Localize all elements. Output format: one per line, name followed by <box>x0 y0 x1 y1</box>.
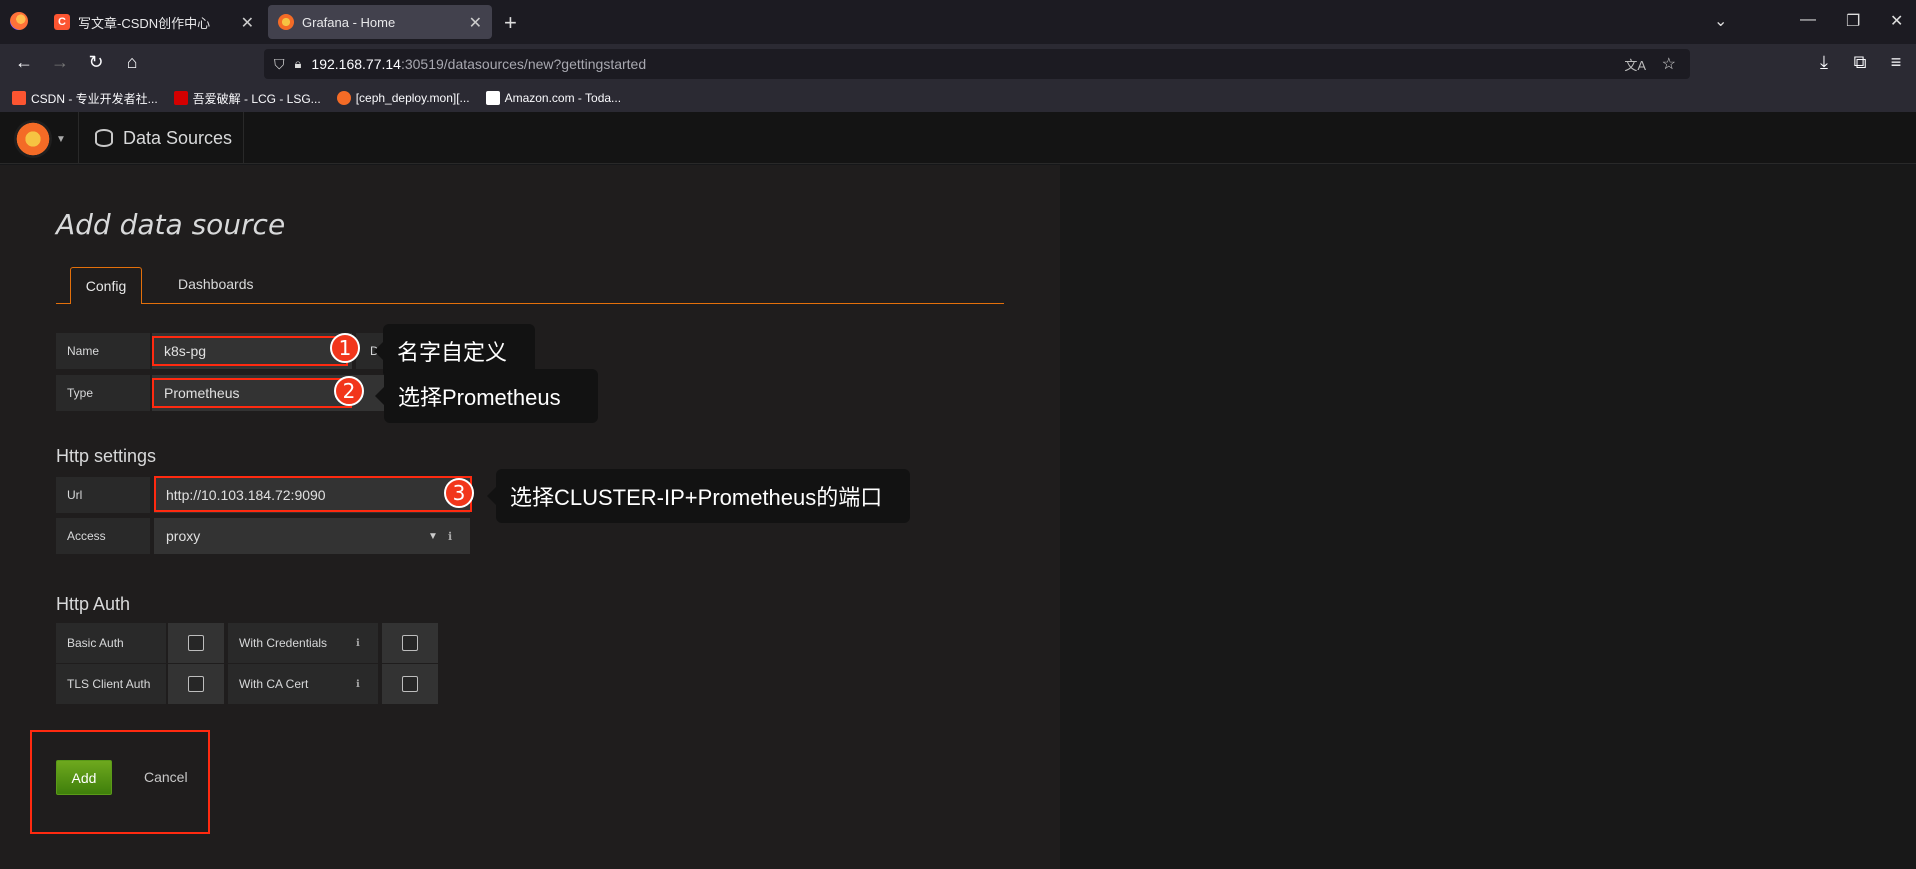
url-bar[interactable]: ⛉ 🔒︎ 192.168.77.14 :30519/datasources/ne… <box>264 49 1690 79</box>
http-settings-heading: Http settings <box>56 446 157 466</box>
restore-icon[interactable]: ❐ <box>1846 11 1860 31</box>
grafana-icon <box>336 91 351 105</box>
annotation-box-2 <box>152 378 352 408</box>
with-ca-cert-label: With CA Cert ℹ <box>228 664 378 704</box>
caret-down-icon[interactable]: ▼ <box>56 134 66 145</box>
csdn-icon: C <box>54 14 70 30</box>
grafana-icon <box>278 14 294 30</box>
tab-title: 写文章-CSDN创作中心 <box>78 15 211 31</box>
basic-auth-label: Basic Auth <box>56 623 166 663</box>
bookmark-label: Amazon.com - Toda... <box>504 91 622 105</box>
basic-auth-checkbox[interactable] <box>168 623 224 663</box>
http-auth-heading: Http Auth <box>56 594 131 614</box>
close-icon[interactable]: ✕ <box>469 13 482 33</box>
tls-client-auth-checkbox[interactable] <box>168 664 224 704</box>
database-icon <box>95 129 113 147</box>
access-label: Access <box>56 518 150 554</box>
bookmark-label: [ceph_deploy.mon][... <box>355 91 470 105</box>
add-button[interactable]: Add <box>56 760 112 795</box>
with-ca-cert-text: With CA Cert <box>239 677 309 691</box>
browser-nav-bar: ← → ↻ ⌂ ⛉ 🔒︎ 192.168.77.14 :30519/dataso… <box>0 44 1916 84</box>
lock-icon[interactable]: 🔒︎ <box>295 56 302 72</box>
tab-title: Grafana - Home <box>302 14 396 30</box>
download-icon[interactable]: ⤓ <box>1812 52 1836 73</box>
annotation-box-3 <box>154 476 472 512</box>
bookmark-amazon[interactable]: Amazon.com - Toda... <box>485 91 622 105</box>
forward-icon[interactable]: → <box>48 52 72 73</box>
page-title: Add data source <box>56 208 286 241</box>
firefox-icon[interactable] <box>10 12 28 30</box>
close-icon[interactable]: ✕ <box>241 13 254 33</box>
translate-icon[interactable]: 文A <box>1624 55 1646 74</box>
minimize-icon[interactable]: — <box>1800 11 1816 29</box>
chevron-down-icon[interactable]: ⌄ <box>1714 11 1727 31</box>
with-credentials-label: With Credentials ℹ <box>228 623 378 663</box>
star-icon[interactable]: ☆ <box>1662 54 1676 74</box>
tls-client-auth-label: TLS Client Auth <box>56 664 166 704</box>
bookmarks-bar: CSDN - 专业开发者社... 吾爱破解 - LCG - LSG... [ce… <box>0 84 1916 112</box>
caret-down-icon: ▼ <box>428 530 438 542</box>
url-host: 192.168.77.14 <box>311 56 401 72</box>
with-credentials-checkbox[interactable] <box>382 623 438 663</box>
breadcrumb[interactable]: Data Sources <box>78 112 244 164</box>
url-label: Url <box>56 477 150 513</box>
with-credentials-text: With Credentials <box>239 636 328 650</box>
bookmark-label: CSDN - 专业开发者社... <box>31 91 158 106</box>
annotation-badge-1: 1 <box>330 333 360 363</box>
home-icon[interactable]: ⌂ <box>120 52 144 73</box>
with-ca-cert-checkbox[interactable] <box>382 664 438 704</box>
side-panel <box>1060 165 1916 869</box>
annotation-callout-3: 选择CLUSTER-IP+Prometheus的端口 <box>487 469 910 523</box>
access-select[interactable]: proxy ▼ ℹ <box>154 518 470 554</box>
annotation-callout-2: 选择Prometheus <box>375 369 598 423</box>
bookmark-csdn[interactable]: CSDN - 专业开发者社... <box>12 90 158 107</box>
checkbox[interactable] <box>402 676 418 692</box>
tab-grafana[interactable]: Grafana - Home ✕ <box>268 5 492 39</box>
cancel-button[interactable]: Cancel <box>144 769 188 785</box>
reload-icon[interactable]: ↻ <box>84 52 108 73</box>
tab-csdn[interactable]: C 写文章-CSDN创作中心 ✕ <box>44 5 264 39</box>
52pojie-icon <box>173 91 188 105</box>
grafana-top-bar: ▼ Data Sources <box>0 112 1916 164</box>
browser-tab-bar: C 写文章-CSDN创作中心 ✕ Grafana - Home ✕ + ⌄ — … <box>0 0 1916 44</box>
new-tab-icon[interactable]: + <box>504 10 517 36</box>
checkbox[interactable] <box>402 635 418 651</box>
info-icon[interactable]: ℹ <box>356 679 360 690</box>
amazon-icon <box>485 91 500 105</box>
bookmark-label: 吾爱破解 - LCG - LSG... <box>192 91 321 106</box>
grafana-logo-icon[interactable] <box>14 120 52 158</box>
url-path: :30519/datasources/new?gettingstarted <box>400 56 647 72</box>
tab-dashboards[interactable]: Dashboards <box>178 276 254 292</box>
type-label: Type <box>56 375 150 411</box>
bookmark-ceph[interactable]: [ceph_deploy.mon][... <box>336 91 470 105</box>
name-label: Name <box>56 333 150 369</box>
tab-config[interactable]: Config <box>70 267 142 304</box>
shield-icon[interactable]: ⛉ <box>274 56 285 73</box>
csdn-icon <box>12 91 26 105</box>
annotation-badge-3: 3 <box>444 478 474 508</box>
breadcrumb-label: Data Sources <box>123 127 233 148</box>
info-icon[interactable]: ℹ <box>448 530 452 543</box>
close-window-icon[interactable]: ✕ <box>1890 11 1903 31</box>
bookmark-52pojie[interactable]: 吾爱破解 - LCG - LSG... <box>173 90 321 107</box>
annotation-box-1 <box>152 336 348 366</box>
annotation-badge-2: 2 <box>334 376 364 406</box>
access-value: proxy <box>166 528 201 544</box>
extensions-icon[interactable]: ⧉ <box>1848 52 1872 73</box>
checkbox[interactable] <box>188 635 204 651</box>
menu-icon[interactable]: ≡ <box>1884 52 1908 73</box>
tabs-divider <box>56 303 1004 304</box>
checkbox[interactable] <box>188 676 204 692</box>
info-icon[interactable]: ℹ <box>356 638 360 649</box>
back-icon[interactable]: ← <box>12 52 36 73</box>
